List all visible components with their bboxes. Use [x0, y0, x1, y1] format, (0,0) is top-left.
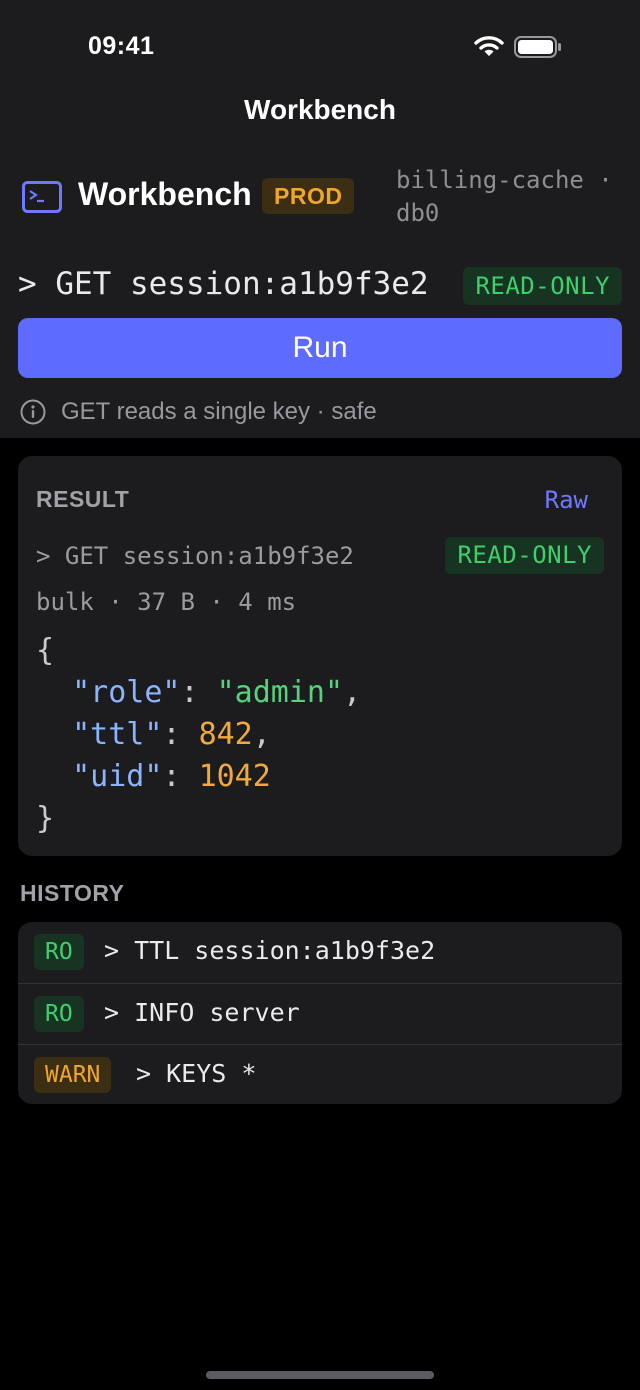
raw-toggle[interactable]: Raw [545, 486, 588, 514]
json-value: "admin" [216, 675, 344, 710]
json-key: "uid" [72, 759, 163, 794]
nav-title: Workbench [244, 94, 396, 125]
environment-badge: PROD [262, 178, 355, 214]
history-command: > KEYS * [136, 1059, 257, 1088]
result-card: RESULT Raw > GET session:a1b9f3e2 READ-O… [18, 456, 622, 856]
read-only-badge: READ-ONLY [463, 267, 622, 305]
status-bar: 09:41 [0, 0, 640, 90]
history-item[interactable]: RO > TTL session:a1b9f3e2 [18, 922, 622, 983]
json-viewer: { "role": "admin", "ttl": 842, "uid": 10… [36, 630, 361, 840]
json-value: 842 [198, 717, 253, 752]
json-line: "ttl": 842, [72, 717, 271, 752]
json-line: "role": "admin", [72, 675, 362, 710]
json-line: "uid": 1042 [72, 759, 271, 794]
battery-icon [514, 36, 561, 58]
info-icon [20, 399, 46, 425]
app-header: Workbench PROD billing-cache · db0 [22, 166, 622, 227]
hint-text: GET reads a single key · safe [61, 398, 377, 425]
json-open-brace: { [36, 633, 55, 668]
json-key: "role" [72, 675, 181, 710]
status-time: 09:41 [88, 32, 155, 60]
history-command: > TTL session:a1b9f3e2 [104, 936, 436, 965]
history-badge: RO [34, 996, 84, 1032]
json-value: 1042 [198, 759, 271, 794]
history-list: RO > TTL session:a1b9f3e2 RO > INFO serv… [18, 922, 622, 1104]
command-input[interactable]: > GET session:a1b9f3e2 [18, 266, 438, 302]
wifi-icon [474, 36, 504, 56]
home-indicator[interactable] [206, 1371, 434, 1379]
app-name: Workbench [78, 176, 252, 212]
result-command: > GET session:a1b9f3e2 [36, 542, 354, 570]
terminal-icon [22, 181, 62, 213]
history-title: HISTORY [20, 880, 125, 906]
history-item[interactable]: WARN > KEYS * [18, 1044, 622, 1105]
connection-label[interactable]: billing-cache · db0 [396, 164, 622, 230]
command-panel: 09:41 Workbench Workbench PROD billing-c… [0, 0, 640, 438]
history-item[interactable]: RO > INFO server [18, 983, 622, 1044]
history-command: > INFO server [104, 998, 300, 1027]
json-key: "ttl" [72, 717, 163, 752]
history-badge: RO [34, 934, 84, 970]
command-row: > GET session:a1b9f3e2 READ-ONLY [18, 262, 622, 308]
result-read-only-badge: READ-ONLY [445, 537, 604, 574]
run-button[interactable]: Run [18, 318, 622, 378]
json-close-brace: } [36, 801, 55, 836]
result-title: RESULT [36, 486, 130, 512]
result-meta: bulk · 37 B · 4 ms [36, 588, 297, 616]
history-badge: WARN [34, 1057, 112, 1093]
